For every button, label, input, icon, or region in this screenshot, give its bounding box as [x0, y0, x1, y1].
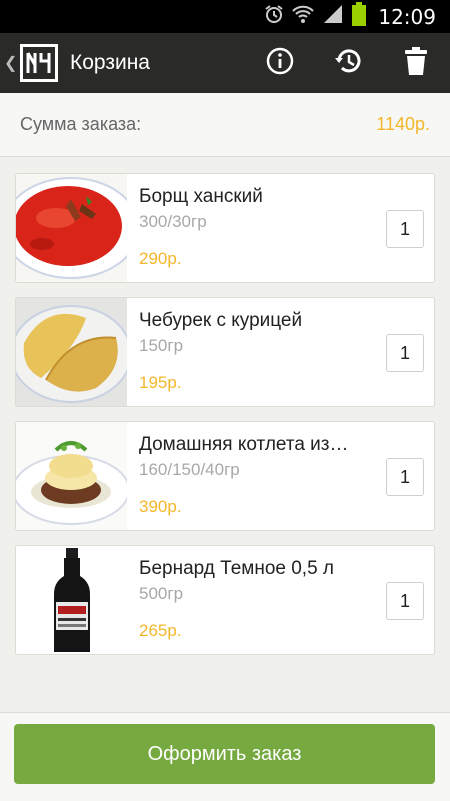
history-icon — [333, 46, 363, 81]
cart-item[interactable]: Чебурек с курицей 150гр 195р. 1 — [15, 297, 435, 407]
item-price: 195р. — [139, 373, 182, 392]
cart-list: Борщ ханский 300/30гр 290р. 1 Чебурек с … — [15, 173, 435, 669]
quantity-field[interactable]: 1 — [386, 458, 424, 496]
item-price: 265р. — [139, 621, 182, 640]
quantity-field[interactable]: 1 — [386, 210, 424, 248]
info-button[interactable] — [246, 33, 314, 93]
quantity-field[interactable]: 1 — [386, 582, 424, 620]
cart-item[interactable]: Бернард Темное 0,5 л 500гр 265р. 1 — [15, 545, 435, 655]
place-order-button[interactable]: Оформить заказ — [14, 724, 435, 784]
history-button[interactable] — [314, 33, 382, 93]
app-logo-icon[interactable] — [20, 44, 58, 82]
quantity-field[interactable]: 1 — [386, 334, 424, 372]
cart-item[interactable]: Домашняя котлета из… 160/150/40гр 390р. … — [15, 421, 435, 531]
status-time: 12:09 — [378, 4, 436, 29]
order-summary: Сумма заказа: 1140р. — [0, 93, 450, 157]
action-bar: ❮ Корзина — [0, 33, 450, 93]
battery-icon — [352, 2, 367, 31]
cheburek-image — [16, 298, 127, 406]
wifi-icon — [292, 4, 315, 29]
alarm-icon — [264, 4, 284, 29]
cart-item[interactable]: Борщ ханский 300/30гр 290р. 1 — [15, 173, 435, 283]
clear-cart-button[interactable] — [382, 33, 450, 93]
back-chevron-icon[interactable]: ❮ — [4, 53, 17, 73]
item-name: Домашняя котлета из… — [139, 434, 349, 455]
page-title: Корзина — [70, 51, 150, 74]
beer-bottle-image — [16, 546, 127, 654]
item-price: 290р. — [139, 249, 182, 268]
item-name: Борщ ханский — [139, 186, 263, 207]
trash-icon — [403, 46, 429, 81]
borscht-image — [16, 174, 127, 282]
info-icon — [266, 47, 294, 80]
cutlet-image — [16, 422, 127, 530]
order-total-value: 1140р. — [376, 114, 430, 134]
item-price: 390р. — [139, 497, 182, 516]
signal-icon — [322, 3, 344, 30]
item-name: Чебурек с курицей — [139, 310, 303, 331]
status-bar: 12:09 — [0, 0, 450, 33]
item-name: Бернард Темное 0,5 л — [139, 558, 335, 579]
order-total-label: Сумма заказа: — [20, 114, 142, 134]
